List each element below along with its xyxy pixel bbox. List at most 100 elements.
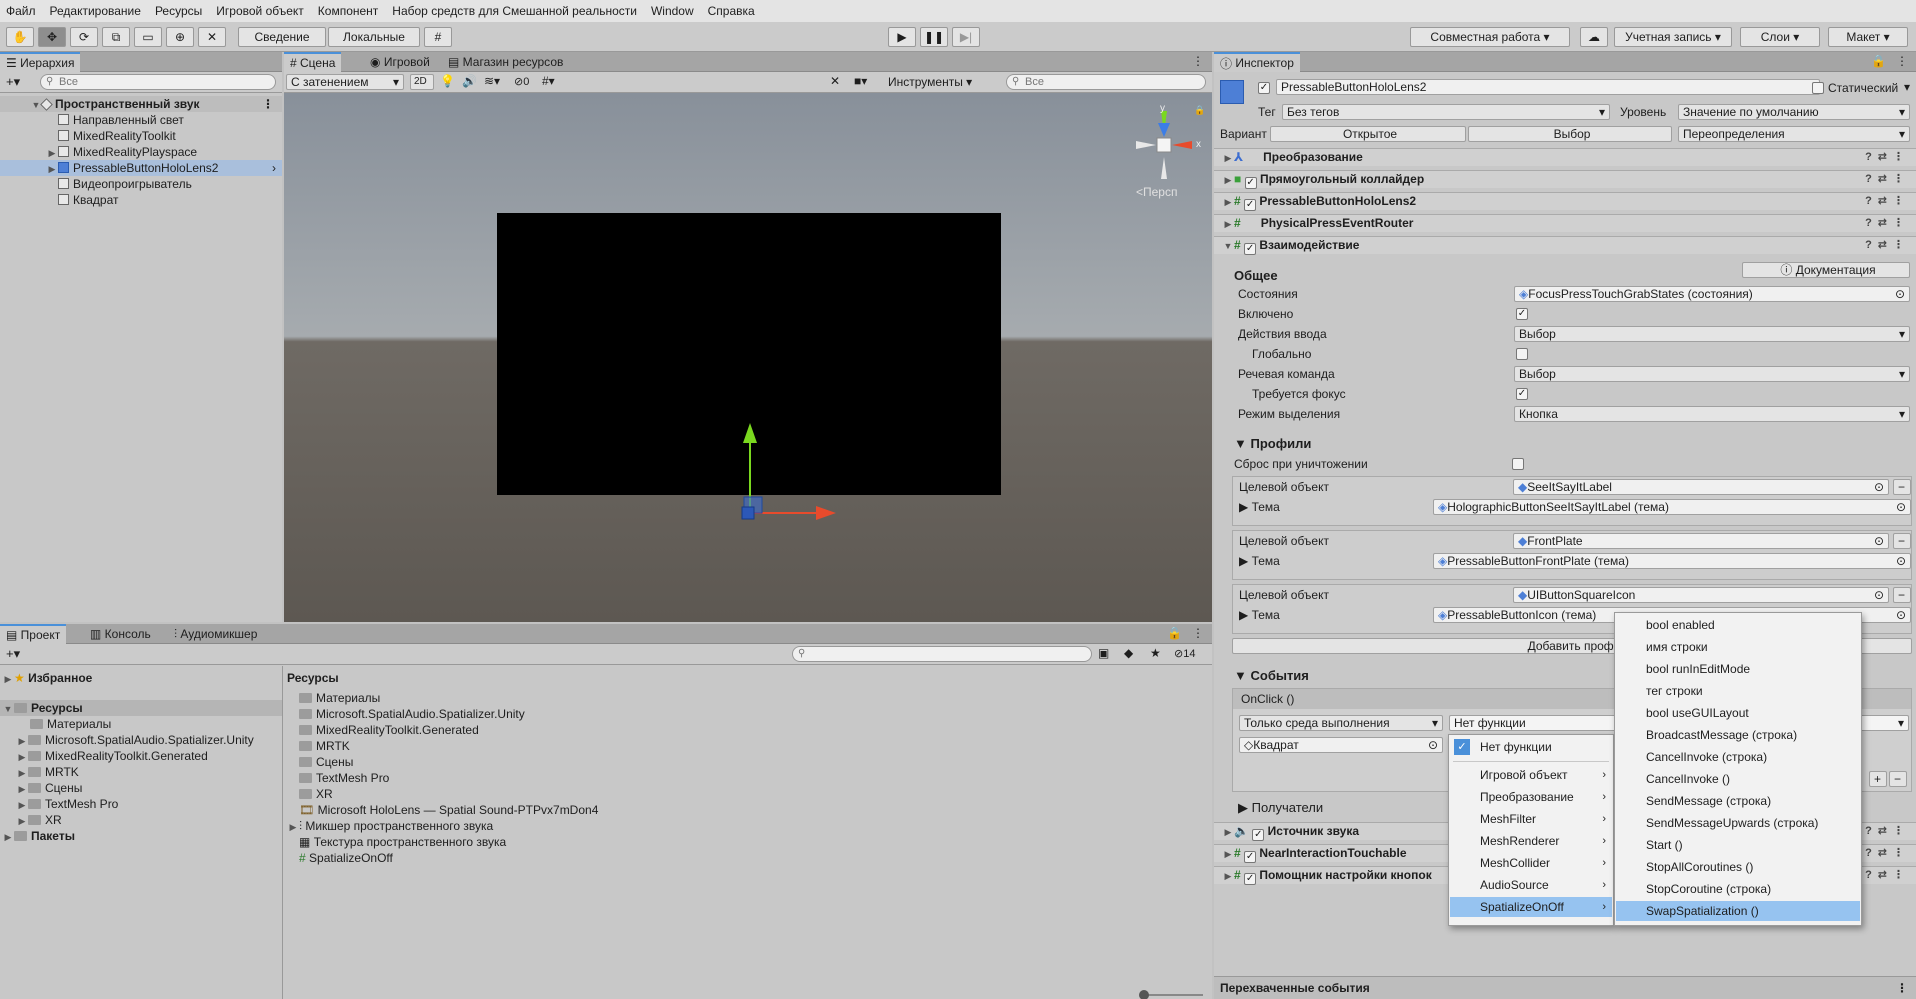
menu-item-bool-enabled[interactable]: bool enabled [1616,615,1860,635]
component-context-icons[interactable]: ?⇄⋮ [1865,867,1910,884]
filter-label-icon[interactable]: ◆ [1124,646,1133,660]
profiles-title[interactable]: ▼ Профили [1234,436,1311,451]
tree-item[interactable]: ▶ Microsoft.SpatialAudio.Spatializer.Unit… [0,732,282,748]
component-enabled-checkbox[interactable]: ✓ [1244,243,1257,255]
collab-dropdown[interactable]: Совместная работа ▾ [1410,27,1570,47]
gizmo-neg-y-cone[interactable] [1161,157,1167,179]
pause-button[interactable]: ❚❚ [920,27,948,47]
target-field[interactable]: ◆UIButtonSquareIcon ⊙ [1513,587,1889,603]
menu-mrtk[interactable]: Набор средств для Смешанной реальности [392,4,637,18]
gizmo-y-arrow[interactable] [743,423,757,443]
tab-audio-mixer[interactable]: ⫶ Аудиомикшер [168,624,263,644]
prefab-overrides-dropdown[interactable]: Переопределения ▾ [1678,126,1910,142]
project-menu-icon[interactable]: ⋮ [1192,626,1204,640]
object-picker-icon[interactable]: ⊙ [1896,554,1906,568]
menu-item-audiosource[interactable]: AudioSource › [1450,875,1612,895]
component-context-icons[interactable]: ?⇄⋮ [1865,845,1910,862]
menu-item-stop-all-coroutines[interactable]: StopAllCoroutines () [1616,857,1860,877]
camera-icon[interactable]: ■▾ [854,74,867,88]
theme-field[interactable]: ◈HolographicButtonSeeItSayItLabel (тема)… [1433,499,1911,515]
component-interactable[interactable]: ▼ # ✓ Взаимодействие ?⇄⋮ [1214,236,1916,255]
favorites-item[interactable]: ▶ ★ Избранное [0,670,282,686]
file-item[interactable]: Материалы [283,690,1212,706]
hand-tool-icon[interactable]: ✋ [6,27,34,47]
event-object-field[interactable]: ◇Квадрат ⊙ [1239,737,1443,753]
scene-menu-icon[interactable]: ⋮ [262,96,274,112]
component-enabled-checkbox[interactable]: ✓ [1244,873,1257,885]
icon-size-slider[interactable] [1143,994,1203,996]
account-dropdown[interactable]: Учетная запись ▾ [1614,27,1732,47]
toggle-2d[interactable]: 2D [410,74,434,90]
scene-viewport[interactable]: y x 🔒 <Персп [284,93,1212,622]
theme-row[interactable]: ▶ Тема [1239,607,1280,623]
project-search[interactable]: ⚲ [792,646,1092,662]
scale-tool-icon[interactable]: ⧉ [102,27,130,47]
object-name-field[interactable]: PressableButtonHoloLens2 [1276,79,1820,95]
menu-item-tag[interactable]: тег строки [1616,681,1860,701]
file-item[interactable]: ▦ Текстура пространственного звука [283,834,1212,850]
file-item[interactable]: 🎞 Microsoft HoloLens — Spatial Sound-PTP… [283,802,1212,818]
expand-arrow-icon[interactable]: ▶ [16,813,28,829]
object-picker-icon[interactable]: ⊙ [1428,738,1438,752]
scene-root[interactable]: ▼ Пространственный звук ⋮ [0,96,282,112]
menu-item-no-function[interactable]: ✓ Нет функции [1450,737,1612,757]
expand-arrow-icon[interactable]: ▶ [16,733,28,749]
menu-item-send-message[interactable]: SendMessage (строка) [1616,791,1860,811]
transform-tool-icon[interactable]: ⊕ [166,27,194,47]
filter-type-icon[interactable]: ▣ [1098,646,1109,660]
expand-arrow-icon[interactable]: ▶ [1222,868,1234,885]
menu-gameobject[interactable]: Игровой объект [216,4,304,18]
input-actions-dropdown[interactable]: Выбор ▾ [1514,326,1910,342]
expand-arrow-icon[interactable]: ▶ [2,829,14,845]
breadcrumb[interactable]: Ресурсы [283,670,1212,686]
custom-tool-icon[interactable]: ✕ [198,27,226,47]
reset-checkbox[interactable] [1512,458,1524,470]
tab-asset-store[interactable]: ▤ Магазин ресурсов [442,52,569,72]
inspector-menu-icon[interactable]: ⋮ [1896,54,1908,68]
gizmo-x-cone[interactable] [1172,141,1192,149]
component-box-collider[interactable]: ▶ ■ ✓ Прямоугольный коллайдер ?⇄⋮ [1214,170,1916,189]
file-item[interactable]: Microsoft.SpatialAudio.Spatializer.Unity [283,706,1212,722]
expand-arrow-icon[interactable]: ▶ [1222,846,1234,863]
hierarchy-item[interactable]: MixedRealityToolkit [0,128,282,144]
tree-item[interactable]: ▶ Сцены [0,780,282,796]
play-button[interactable]: ▶ [888,27,916,47]
object-picker-icon[interactable]: ⊙ [1874,588,1884,602]
remove-profile-button[interactable]: − [1893,587,1911,603]
component-context-icons[interactable]: ?⇄⋮ [1865,823,1910,840]
runtime-dropdown[interactable]: Только среда выполнения ▾ [1239,715,1443,731]
static-checkbox[interactable] [1812,82,1824,94]
hidden-objects-counter[interactable]: ⊘0 [514,75,529,88]
gizmo-center-cube[interactable] [1156,137,1172,153]
shading-dropdown[interactable]: С затенением ▾ [286,74,404,90]
component-enabled-checkbox[interactable]: ✓ [1244,199,1257,211]
menu-item-meshrenderer[interactable]: MeshRenderer › [1450,831,1612,851]
component-context-icons[interactable]: ?⇄⋮ [1865,215,1910,232]
component-enabled-checkbox[interactable]: ✓ [1244,851,1257,863]
tree-item[interactable]: Материалы [0,716,282,732]
expand-arrow-icon[interactable]: ▶ [16,797,28,813]
icon-size-slider-thumb[interactable] [1139,990,1149,999]
object-picker-icon[interactable]: ⊙ [1874,534,1884,548]
star-icon[interactable]: ★ [1150,646,1161,660]
expand-arrow-icon[interactable]: ▶ [1222,150,1234,167]
expand-arrow-icon[interactable]: ▶ [46,145,58,161]
file-item[interactable]: MixedRealityToolkit.Generated [283,722,1212,738]
grid-icon[interactable]: #▾ [542,74,555,88]
tab-scene[interactable]: # Сцена [284,52,342,72]
speech-dropdown[interactable]: Выбор ▾ [1514,366,1910,382]
expand-arrow-icon[interactable]: ▶ [16,781,28,797]
component-transform[interactable]: ▶ ⅄ Преобразование ?⇄⋮ [1214,148,1916,166]
file-item[interactable]: # SpatializeOnOff [283,850,1212,866]
add-icon[interactable]: +▾ [6,74,20,90]
intercepted-menu-icon[interactable]: ⋮ [1896,977,1908,999]
file-item[interactable]: XR [283,786,1212,802]
menu-item-run-in-edit-mode[interactable]: bool runInEditMode [1616,659,1860,679]
expand-arrow-icon[interactable]: ▶ [1222,824,1234,841]
layer-dropdown[interactable]: Значение по умолчанию ▾ [1678,104,1910,120]
theme-row[interactable]: ▶ Тема [1239,499,1280,515]
hierarchy-item[interactable]: Квадрат [0,192,282,208]
lighting-icon[interactable]: 💡 [440,74,455,88]
menu-item-spatializeonoff[interactable]: SpatializeOnOff › [1450,897,1612,917]
remove-profile-button[interactable]: − [1893,479,1911,495]
